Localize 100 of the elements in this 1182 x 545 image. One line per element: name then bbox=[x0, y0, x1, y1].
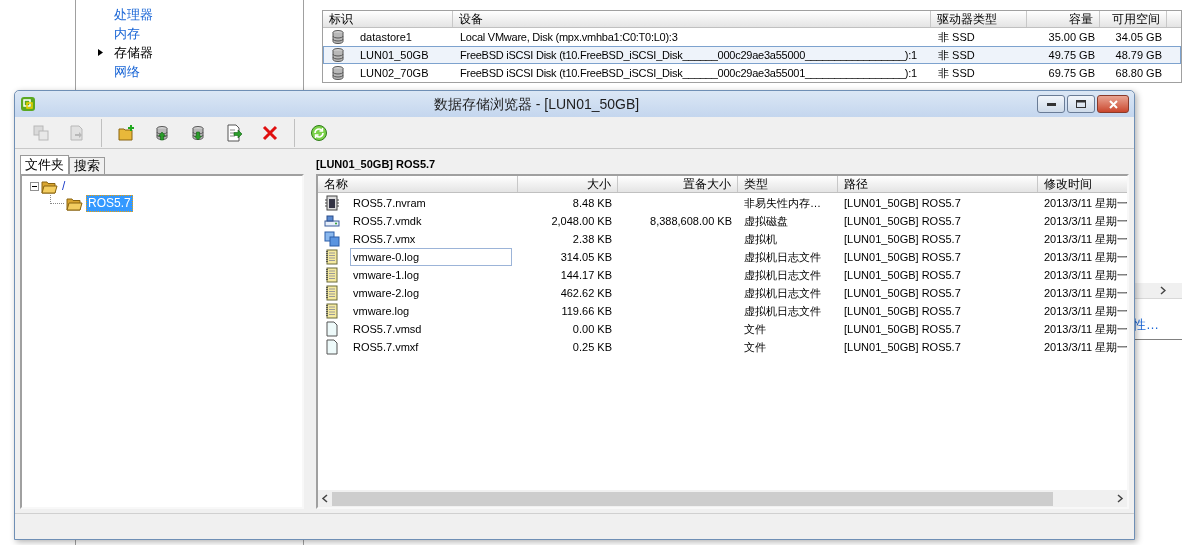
table-cell-text: 49.75 GB bbox=[1047, 47, 1096, 63]
notepad-icon bbox=[324, 249, 340, 265]
path-label: [LUN01_50GB] ROS5.7 bbox=[316, 157, 437, 172]
chevron-right-icon[interactable] bbox=[1160, 286, 1166, 295]
file-name[interactable]: ROS5.7.vmxf bbox=[350, 337, 512, 357]
table-cell-text: FreeBSD iSCSI Disk (t10.FreeBSD_iSCSI_Disk______000c29ae3a55001_________________):1 bbox=[459, 65, 918, 81]
column-header[interactable]: 设备 bbox=[453, 11, 931, 27]
table-cell-text: 2013/3/11 星期一 bbox=[1044, 195, 1127, 211]
column-header[interactable]: 可用空间 bbox=[1100, 11, 1167, 27]
blank-file-icon bbox=[324, 321, 340, 337]
table-cell-text: 2.38 KB bbox=[572, 231, 612, 247]
file-name[interactable]: ROS5.7.vmsd bbox=[350, 319, 512, 339]
column-header[interactable]: 类型 bbox=[738, 176, 838, 192]
table-cell-text: [LUN01_50GB] ROS5.7 bbox=[844, 339, 961, 355]
datastore-row[interactable]: datastore1 Local VMware, Disk (mpx.vmhba1:C0:T0:L0):3 非 SSD 35.00 GB 34.05 GB bbox=[323, 28, 1181, 46]
table-cell-text: [LUN01_50GB] ROS5.7 bbox=[844, 195, 961, 211]
table-cell-text: 文件 bbox=[744, 339, 766, 355]
table-cell-text: 2013/3/11 星期一 bbox=[1044, 249, 1127, 265]
table-cell-text: 462.62 KB bbox=[560, 285, 612, 301]
chip-icon bbox=[324, 195, 340, 211]
table-cell-text: 非易失性内存… bbox=[744, 195, 821, 211]
maximize-icon bbox=[1076, 100, 1086, 108]
tab[interactable]: 搜索 bbox=[69, 157, 105, 174]
table-cell-text: 0.25 KB bbox=[572, 339, 612, 355]
table-cell-text: 8,388,608.00 KB bbox=[650, 213, 732, 229]
file-name[interactable]: vmware-0.log bbox=[350, 247, 512, 267]
database-icon bbox=[330, 29, 346, 45]
table-cell-text: 2013/3/11 星期一 bbox=[1044, 321, 1127, 337]
table-cell-text: 虚拟机日志文件 bbox=[744, 249, 821, 265]
close-icon bbox=[1108, 99, 1118, 109]
database-icon bbox=[330, 47, 346, 63]
table-cell-text: 非 SSD bbox=[937, 47, 976, 63]
table-cell-text: 2013/3/11 星期一 bbox=[1044, 339, 1127, 355]
column-header[interactable]: 标识 bbox=[323, 11, 453, 27]
link[interactable]: 性… bbox=[1133, 315, 1182, 335]
table-cell-text: [LUN01_50GB] ROS5.7 bbox=[844, 249, 961, 265]
column-header[interactable]: 路径 bbox=[838, 176, 1038, 192]
table-cell-text: 虚拟磁盘 bbox=[744, 213, 788, 229]
table-cell-text: 34.05 GB bbox=[1114, 29, 1163, 45]
column-header[interactable]: 名称 bbox=[318, 176, 518, 192]
column-header[interactable]: 大小 bbox=[518, 176, 618, 192]
notepad-icon bbox=[324, 303, 340, 319]
table-cell-text: FreeBSD iSCSI Disk (t10.FreeBSD_iSCSI_Disk______000c29ae3a55000_________________):1 bbox=[459, 47, 918, 63]
minimize-icon bbox=[1046, 102, 1056, 106]
tab[interactable]: 文件夹 bbox=[20, 155, 69, 174]
datastore-row[interactable]: LUN01_50GB FreeBSD iSCSI Disk (t10.FreeBSD_iSCSI_Disk______000c29ae3a55000_________________):1 非 SSD 49.75 GB 48.79 GB bbox=[323, 46, 1181, 64]
column-header[interactable]: 置备大小 bbox=[618, 176, 738, 192]
nav-link[interactable]: 处理器 bbox=[114, 4, 153, 25]
notepad-icon bbox=[324, 285, 340, 301]
column-header[interactable]: 容量 bbox=[1027, 11, 1100, 27]
table-cell-text: 虚拟机 bbox=[744, 231, 777, 247]
tree-item[interactable]: / bbox=[61, 179, 67, 194]
table-cell-text: [LUN01_50GB] ROS5.7 bbox=[844, 321, 961, 337]
file-name[interactable]: ROS5.7.vmx bbox=[350, 229, 512, 249]
table-cell-text: 虚拟机日志文件 bbox=[744, 303, 821, 319]
file-name[interactable]: ROS5.7.nvram bbox=[350, 193, 512, 213]
disk-icon bbox=[324, 213, 340, 229]
table-cell-text: 8.48 KB bbox=[572, 195, 612, 211]
minimize-button[interactable] bbox=[1037, 95, 1065, 113]
file-name[interactable]: vmware.log bbox=[350, 301, 512, 321]
table-cell-text: [LUN01_50GB] ROS5.7 bbox=[844, 213, 961, 229]
blank-file-icon bbox=[324, 339, 340, 355]
file-name[interactable]: vmware-2.log bbox=[350, 283, 512, 303]
column-header[interactable]: 修改时间 bbox=[1038, 176, 1127, 192]
notepad-icon bbox=[324, 267, 340, 283]
table-cell-text: 2013/3/11 星期一 bbox=[1044, 267, 1127, 283]
collapse-icon[interactable] bbox=[30, 182, 39, 191]
nav-link[interactable]: 网络 bbox=[114, 61, 140, 82]
table-cell-text: 119.66 KB bbox=[561, 303, 612, 319]
close-button[interactable] bbox=[1097, 95, 1129, 113]
table-cell-text: 文件 bbox=[744, 321, 766, 337]
table-cell-text: [LUN01_50GB] ROS5.7 bbox=[844, 303, 961, 319]
table-cell-text: 68.80 GB bbox=[1114, 65, 1163, 81]
table-cell-text: [LUN01_50GB] ROS5.7 bbox=[844, 285, 961, 301]
table-cell: LUN02_70GB bbox=[324, 64, 454, 82]
table-cell-text: 2013/3/11 星期一 bbox=[1044, 285, 1127, 301]
column-header[interactable]: 驱动器类型 bbox=[931, 11, 1027, 27]
datastore-row[interactable]: LUN02_70GB FreeBSD iSCSI Disk (t10.FreeBSD_iSCSI_Disk______000c29ae3a55001_________________):1 非 SSD 69.75 GB 68.80 GB bbox=[323, 64, 1181, 82]
table-cell-text: 0.00 KB bbox=[572, 321, 612, 337]
table-cell-text: 2013/3/11 星期一 bbox=[1044, 231, 1127, 247]
table-cell-text: 144.17 KB bbox=[560, 267, 612, 283]
table-cell-text: 48.79 GB bbox=[1114, 47, 1163, 63]
table-cell-text: 314.05 KB bbox=[560, 249, 612, 265]
table-cell-text: 35.00 GB bbox=[1047, 29, 1096, 45]
open-folder-icon bbox=[66, 195, 83, 212]
table-cell: datastore1 bbox=[324, 28, 454, 46]
expand-arrow-icon bbox=[98, 49, 103, 56]
maximize-button[interactable] bbox=[1067, 95, 1095, 113]
horizontal-scrollbar[interactable] bbox=[318, 490, 1127, 507]
window-title: 数据存储浏览器 - [LUN01_50GB] bbox=[432, 94, 641, 114]
table-cell-text: [LUN01_50GB] ROS5.7 bbox=[844, 267, 961, 283]
table-cell-text: 非 SSD bbox=[937, 65, 976, 81]
file-name[interactable]: ROS5.7.vmdk bbox=[350, 211, 512, 231]
table-cell-text: [LUN01_50GB] ROS5.7 bbox=[844, 231, 961, 247]
file-name[interactable]: vmware-1.log bbox=[350, 265, 512, 285]
nav-link[interactable]: 存储器 bbox=[114, 42, 153, 63]
nav-link[interactable]: 内存 bbox=[114, 23, 140, 44]
table-cell-text: 虚拟机日志文件 bbox=[744, 285, 821, 301]
virtual-machine-icon bbox=[324, 231, 340, 247]
table-cell-text: 2013/3/11 星期一 bbox=[1044, 303, 1127, 319]
